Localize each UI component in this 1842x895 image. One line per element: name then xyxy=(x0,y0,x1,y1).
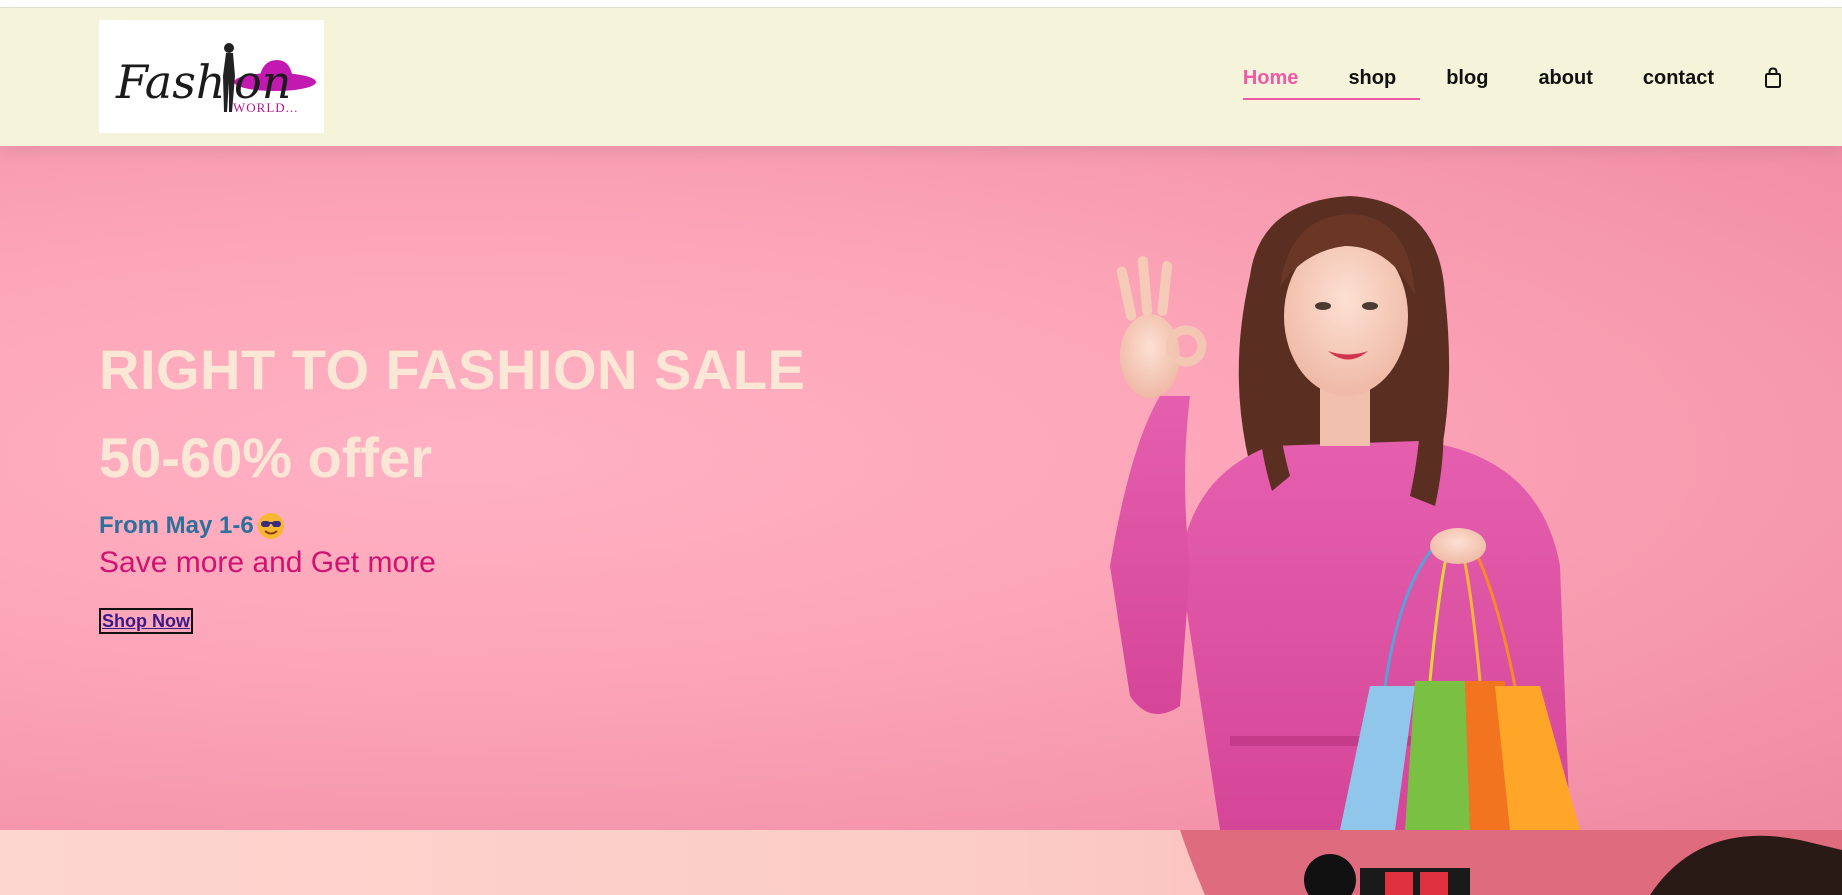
hero-title: RIGHT TO FASHION SALE xyxy=(99,338,806,401)
nav-blog[interactable]: blog xyxy=(1446,66,1488,90)
hero-date-text: From May 1-6 xyxy=(99,512,254,539)
hero-woman-photo xyxy=(1110,196,1580,830)
nav-about[interactable]: about xyxy=(1538,66,1592,90)
next-banner-preview xyxy=(0,830,1842,895)
nav-shop[interactable]: shop xyxy=(1348,66,1396,90)
svg-text:Fash: Fash xyxy=(115,55,225,109)
hero-offer: 50-60% offer xyxy=(99,426,433,489)
site-header: Fash on WORLD... Home shop blog about co… xyxy=(0,8,1842,146)
smiling-face-with-sunglasses-icon xyxy=(257,513,284,539)
shop-now-button[interactable]: Shop Now xyxy=(99,608,193,634)
svg-text:WORLD...: WORLD... xyxy=(233,100,298,115)
shopping-bag-icon xyxy=(1765,67,1781,88)
top-border xyxy=(0,0,1842,8)
next-banner-image xyxy=(1180,830,1842,895)
hero-date: From May 1-6 xyxy=(99,512,805,540)
nav-home[interactable]: Home xyxy=(1242,66,1419,100)
hero-content: RIGHT TO FASHION SALE 50-60% offer From … xyxy=(99,338,805,634)
site-logo[interactable]: Fash on WORLD... xyxy=(99,20,324,133)
main-navigation: Home shop blog about contact xyxy=(1193,66,1784,100)
hero-subtitle: Save more and Get more xyxy=(99,546,436,579)
hero-banner: RIGHT TO FASHION SALE 50-60% offer From … xyxy=(0,146,1842,830)
cart-button[interactable] xyxy=(1762,66,1784,90)
fashion-world-logo: Fash on WORLD... xyxy=(115,43,316,115)
nav-contact[interactable]: contact xyxy=(1643,66,1714,90)
